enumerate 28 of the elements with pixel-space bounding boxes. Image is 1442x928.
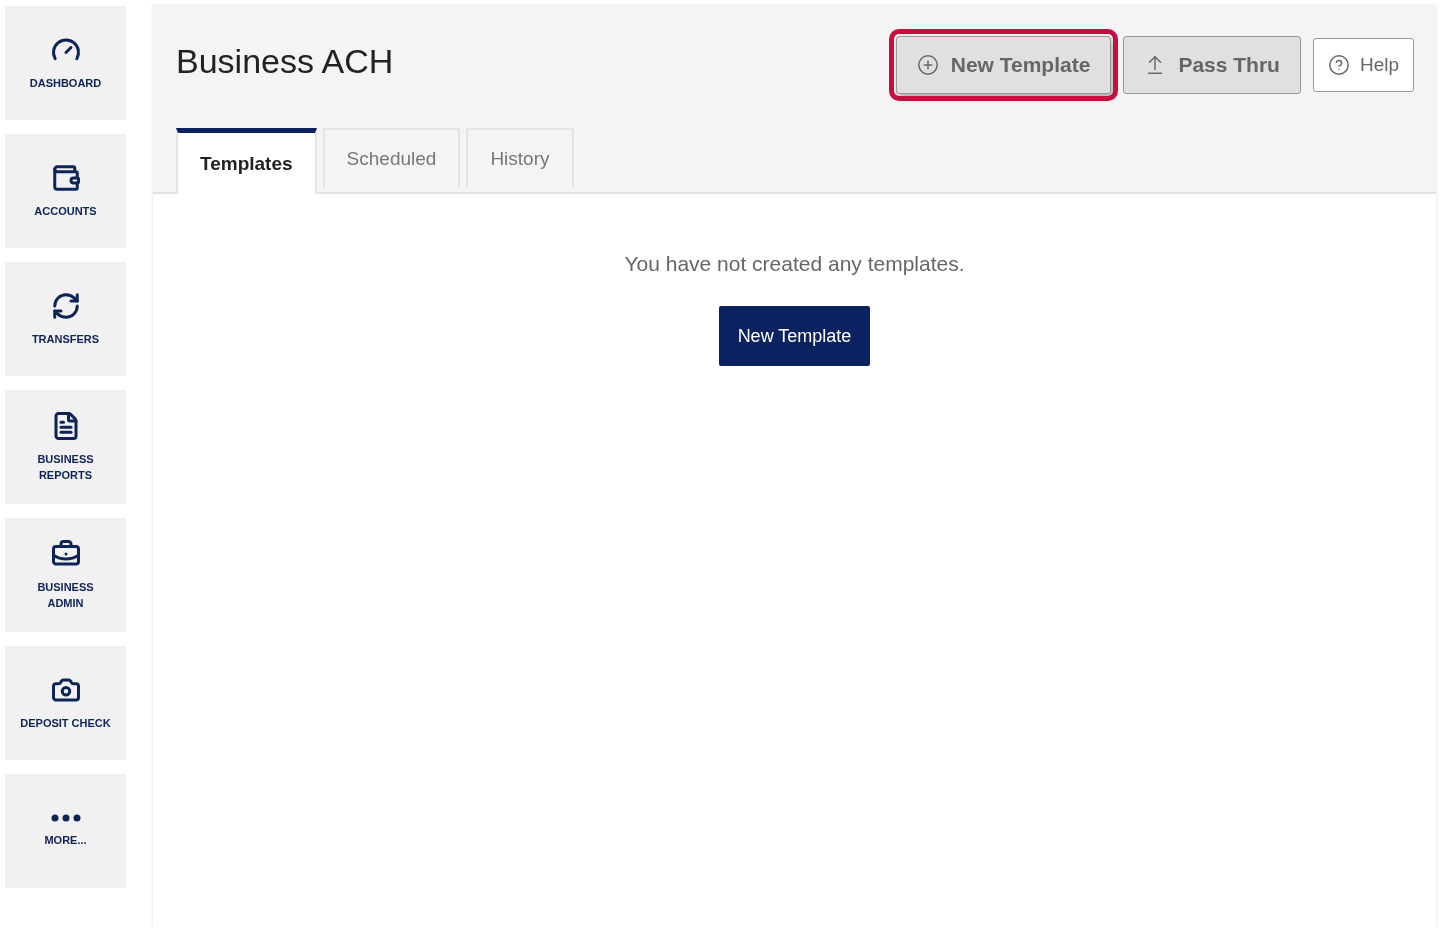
tab[interactable]: Templates [176, 128, 317, 194]
refresh-icon [50, 291, 81, 321]
header-button[interactable]: Help [1312, 38, 1414, 92]
help-icon [1327, 54, 1350, 76]
sidebar-label: BUSINESS ADMIN [36, 580, 95, 611]
sidebar-item[interactable]: BUSINESS REPORTS [5, 390, 126, 504]
header-button[interactable]: Pass Thru [1123, 36, 1301, 94]
sidebar-label: DASHBOARD [28, 76, 103, 91]
plus-circle-icon [916, 54, 939, 76]
tab[interactable]: History [466, 128, 574, 188]
empty-message: You have not created any templates. [624, 252, 965, 276]
sidebar-label: DEPOSIT CHECK [19, 716, 112, 731]
sidebar-label: BUSINESS REPORTS [36, 452, 95, 483]
briefcase-icon [50, 539, 81, 569]
wallet-icon [50, 163, 81, 193]
sidebar-item[interactable]: MORE... [5, 774, 126, 888]
tab[interactable]: Scheduled [322, 128, 461, 188]
sidebar-item[interactable]: TRANSFERS [5, 262, 126, 376]
sidebar-item[interactable]: DASHBOARD [5, 6, 126, 120]
page-title: Business ACH [176, 42, 394, 81]
new-template-button[interactable]: New Template [718, 306, 871, 366]
sidebar-item[interactable]: DEPOSIT CHECK [5, 646, 126, 760]
sidebar-label: ACCOUNTS [33, 204, 98, 219]
sidebar-item[interactable]: ACCOUNTS [5, 134, 126, 248]
sidebar-item[interactable]: BUSINESS ADMIN [5, 518, 126, 632]
sidebar-label: TRANSFERS [30, 332, 101, 347]
sidebar-label: MORE... [43, 833, 88, 848]
more-icon [50, 814, 81, 822]
